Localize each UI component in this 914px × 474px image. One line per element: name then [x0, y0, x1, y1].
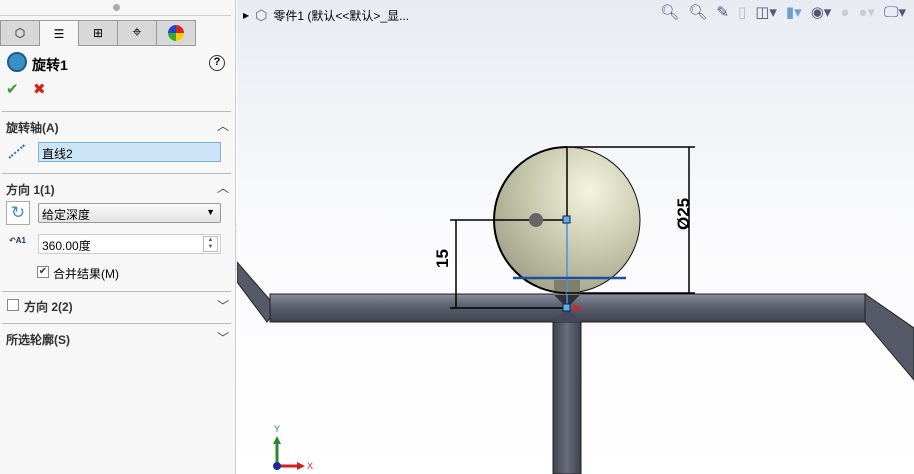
section-direction1-title[interactable]: 方向 1(1) — [6, 181, 55, 198]
color-wheel-icon — [168, 25, 184, 41]
manager-tabs: ⬡ ☰ ⊞ ⌖ — [0, 20, 196, 46]
expand-icon[interactable]: ﹀ — [217, 297, 229, 314]
collapse-icon[interactable]: ︿ — [217, 179, 229, 196]
collapse-icon[interactable]: ︿ — [217, 117, 229, 134]
expand-icon[interactable]: ﹀ — [217, 329, 229, 346]
section-axis-title[interactable]: 旋转轴(A) — [6, 119, 59, 136]
graphics-viewport[interactable]: ▶ ⬡ 零件1 (默认<<默认>_显... 🔍︎ 🔍︎ ✎ ▯ ◫▾ ▮▾ ◉▾… — [237, 0, 914, 474]
panel-grip[interactable] — [113, 4, 120, 11]
end-condition-select[interactable]: 给定深度 ▼ — [38, 203, 221, 223]
axis-input[interactable]: 直线2 — [38, 142, 221, 162]
tab-configuration-manager[interactable]: ⊞ — [78, 20, 118, 46]
part-icon: ⬡ — [14, 26, 26, 40]
list-icon: ☰ — [53, 26, 65, 41]
help-button[interactable]: ? — [209, 55, 225, 71]
property-manager-panel: ⬡ ☰ ⊞ ⌖ 旋转1 ? ✔ ✖ 旋转轴(A) ︿ 直线2 方向 1(1) ︿… — [0, 0, 236, 474]
model-drawing: 15 Ø25 Y X — [237, 146, 914, 474]
angle-value: 360.00度 — [42, 239, 91, 253]
revolve-icon — [7, 52, 27, 72]
crosshair-icon: ⌖ — [132, 24, 142, 41]
divider — [2, 323, 231, 324]
dimension-height: 15 — [433, 249, 452, 268]
section-contours-title[interactable]: 所选轮廓(S) — [6, 331, 70, 348]
axis-line-icon — [8, 144, 25, 159]
tab-feature-manager[interactable]: ⬡ — [0, 20, 40, 46]
tab-display-manager[interactable] — [156, 20, 196, 46]
feature-title: 旋转1 — [32, 57, 68, 73]
cancel-button[interactable]: ✖ — [33, 80, 46, 98]
tree-icon: ⊞ — [92, 26, 104, 40]
angle-spinner[interactable]: ▲ ▼ — [203, 236, 218, 252]
divider — [2, 173, 231, 174]
merge-result-checkbox[interactable]: ✔ — [37, 266, 49, 278]
dropdown-arrow-icon: ▼ — [206, 207, 215, 217]
angle-icon: ↶A1 — [9, 236, 26, 245]
dimension-diameter: Ø25 — [674, 198, 693, 230]
triad-y-label: Y — [274, 424, 280, 434]
direction2-checkbox[interactable] — [7, 299, 19, 311]
tab-property-manager[interactable]: ☰ — [39, 20, 79, 46]
angle-input[interactable]: 360.00度 ▲ ▼ — [38, 234, 221, 254]
end-condition-value: 给定深度 — [42, 208, 91, 222]
ok-button[interactable]: ✔ — [6, 80, 19, 98]
tab-dimxpert-manager[interactable]: ⌖ — [117, 20, 157, 46]
section-direction2-title[interactable]: 方向 2(2) — [24, 298, 73, 315]
coordinate-triad: Y X — [273, 424, 313, 471]
triad-x-label: X — [307, 461, 313, 471]
reverse-direction-button[interactable]: ↻ — [6, 201, 30, 225]
divider — [2, 291, 231, 292]
divider — [0, 15, 231, 16]
merge-result-label: 合并结果(M) — [53, 267, 119, 281]
divider — [2, 111, 231, 112]
